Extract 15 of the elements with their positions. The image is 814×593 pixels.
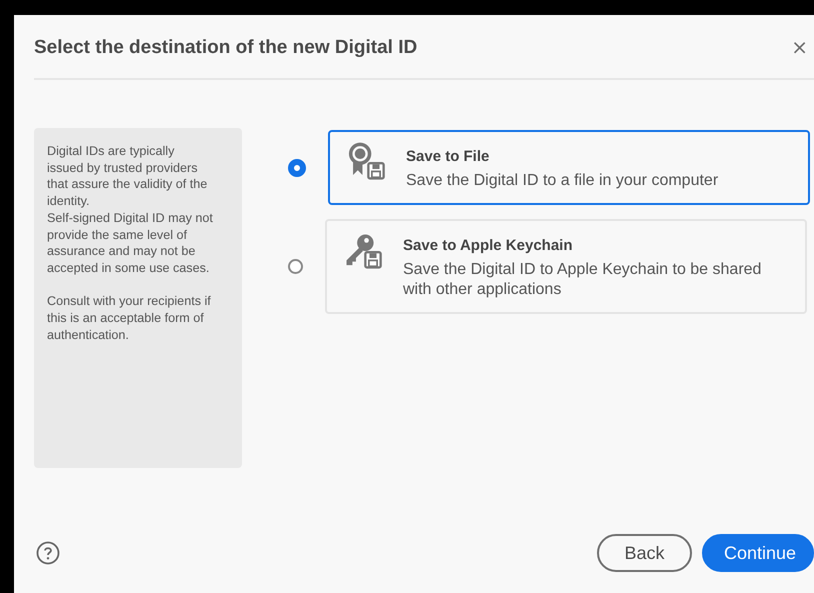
- dialog-title: Select the destination of the new Digital ID: [34, 36, 418, 58]
- option-card[interactable]: Save to File Save the Digital ID to a file in your computer: [328, 130, 810, 205]
- continue-button[interactable]: Continue: [702, 534, 814, 572]
- badge-with-disk-icon: [346, 142, 386, 182]
- info-panel: Digital IDs are typically issued by trusted providers that assure the validity of the identity. Self-signed Digital ID may not provide the same level of assurance and may not be accepted in some use cases. Consult with your recipients if this is an acceptable form of authentication.: [34, 128, 242, 468]
- option-title: Save to File: [406, 148, 490, 165]
- help-icon[interactable]: [36, 541, 60, 565]
- close-button[interactable]: ×: [789, 34, 810, 58]
- radio-button[interactable]: [288, 259, 303, 274]
- option-card[interactable]: Save to Apple Keychain Save the Digital ID to Apple Keychain to be shared with other applications: [325, 219, 807, 314]
- radio-button[interactable]: [288, 158, 306, 176]
- back-button[interactable]: Back: [597, 534, 692, 572]
- option-title: Save to Apple Keychain: [403, 237, 574, 254]
- option-description: Save the Digital ID to Apple Keychain to be shared with other applications: [403, 260, 762, 300]
- option-description: Save the Digital ID to a file in your computer: [406, 171, 718, 191]
